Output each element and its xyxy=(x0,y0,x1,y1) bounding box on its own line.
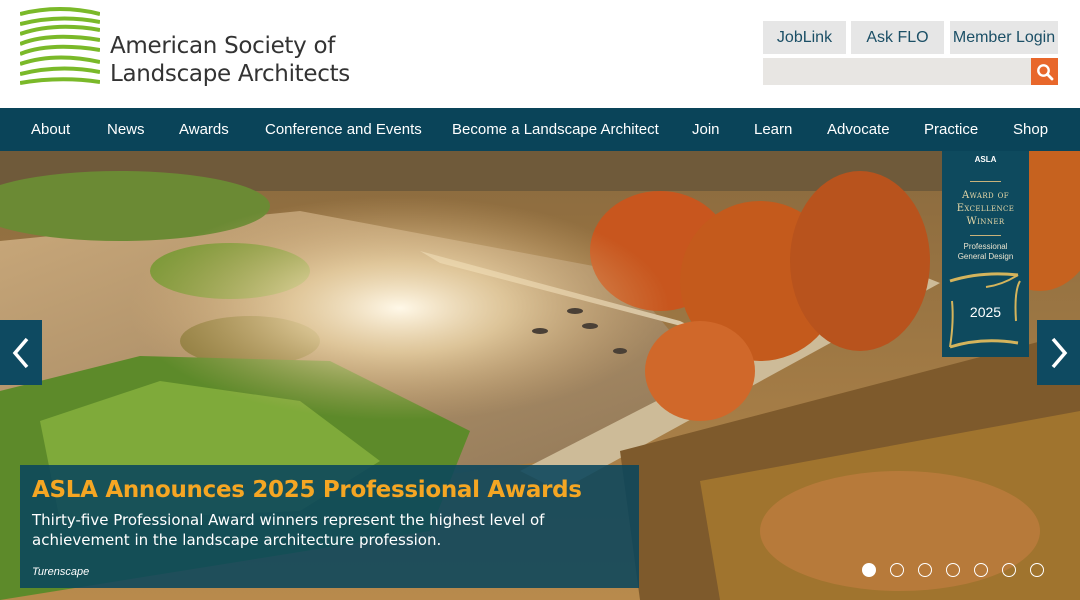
badge-award-title: Award of Excellence Winner xyxy=(946,189,1025,228)
hero-credit: Turenscape xyxy=(32,566,90,578)
search-button[interactable] xyxy=(1031,58,1058,85)
nav-item-advocate[interactable]: Advocate xyxy=(827,108,890,151)
badge-line2: Excellence xyxy=(956,203,1015,214)
carousel-dot[interactable] xyxy=(918,563,932,577)
hero-title[interactable]: ASLA Announces 2025 Professional Awards xyxy=(32,477,582,503)
nav-item-awards[interactable]: Awards xyxy=(179,108,229,151)
nav-item-about[interactable]: About xyxy=(31,108,70,151)
badge-divider xyxy=(970,235,1001,236)
carousel-prev-button[interactable] xyxy=(0,320,42,385)
badge-line1: Award of xyxy=(962,190,1009,201)
carousel-pagination xyxy=(862,563,1044,577)
hero-carousel: ASLA Award of Excellence Winner Professi… xyxy=(0,151,1080,600)
carousel-dot[interactable] xyxy=(1002,563,1016,577)
carousel-dot[interactable] xyxy=(974,563,988,577)
site-name-line2: Landscape Architects xyxy=(110,61,350,87)
nav-item-learn[interactable]: Learn xyxy=(754,108,792,151)
badge-divider xyxy=(970,181,1001,182)
search-icon xyxy=(1036,63,1053,80)
carousel-dot[interactable] xyxy=(1030,563,1044,577)
member-login-button[interactable]: Member Login xyxy=(950,21,1058,54)
carousel-dot[interactable] xyxy=(890,563,904,577)
nav-item-shop[interactable]: Shop xyxy=(1013,108,1048,151)
ask-flo-button[interactable]: Ask FLO xyxy=(851,21,944,54)
chevron-right-icon xyxy=(1051,337,1067,368)
nav-item-news[interactable]: News xyxy=(107,108,145,151)
badge-year: 2025 xyxy=(969,304,1002,320)
site-header: American Society of Landscape Architects… xyxy=(0,0,1080,108)
site-name[interactable]: American Society of Landscape Architects xyxy=(110,32,350,88)
carousel-next-button[interactable] xyxy=(1037,320,1080,385)
nav-item-practice[interactable]: Practice xyxy=(924,108,978,151)
asla-logo-icon[interactable] xyxy=(19,6,101,86)
badge-category: Professional General Design xyxy=(944,242,1027,262)
nav-item-conference-and-events[interactable]: Conference and Events xyxy=(265,108,422,151)
joblink-button[interactable]: JobLink xyxy=(763,21,846,54)
hero-caption[interactable]: ASLA Announces 2025 Professional Awards … xyxy=(20,465,639,588)
nav-item-join[interactable]: Join xyxy=(692,108,720,151)
search-input[interactable] xyxy=(763,58,1031,85)
carousel-dot[interactable] xyxy=(862,563,876,577)
award-badge: ASLA Award of Excellence Winner Professi… xyxy=(942,151,1029,357)
hero-body: Thirty-five Professional Award winners r… xyxy=(32,511,545,549)
carousel-dot[interactable] xyxy=(946,563,960,577)
badge-category-line1: Professional xyxy=(963,242,1008,251)
nav-item-become-a-landscape-architect[interactable]: Become a Landscape Architect xyxy=(452,108,659,151)
main-nav: About News Awards Conference and Events … xyxy=(0,108,1080,151)
chevron-left-icon xyxy=(12,337,29,368)
site-name-line1: American Society of xyxy=(110,33,336,59)
badge-org: ASLA xyxy=(974,155,997,164)
badge-line3: Winner xyxy=(966,216,1005,227)
